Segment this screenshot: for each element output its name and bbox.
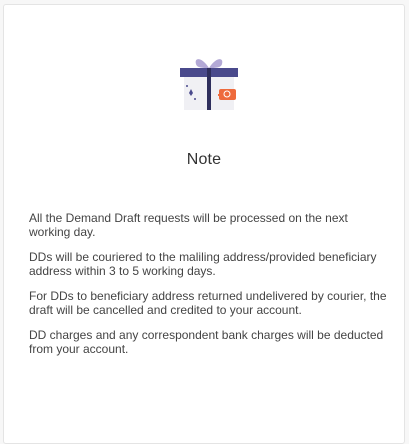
- note-delivery: DDs will be couriered to the maliling ad…: [29, 250, 377, 278]
- note-returned: For DDs to beneficiary address returned …: [29, 289, 387, 317]
- note-processing: All the Demand Draft requests will be pr…: [29, 211, 348, 239]
- notes-list: All the Demand Draft requests will be pr…: [29, 211, 391, 367]
- gift-icon: [176, 51, 242, 115]
- note-card: Note All the Demand Draft requests will …: [3, 4, 405, 444]
- dialog-title: Note: [186, 151, 222, 168]
- note-charges: DD charges and any correspondent bank ch…: [29, 328, 384, 356]
